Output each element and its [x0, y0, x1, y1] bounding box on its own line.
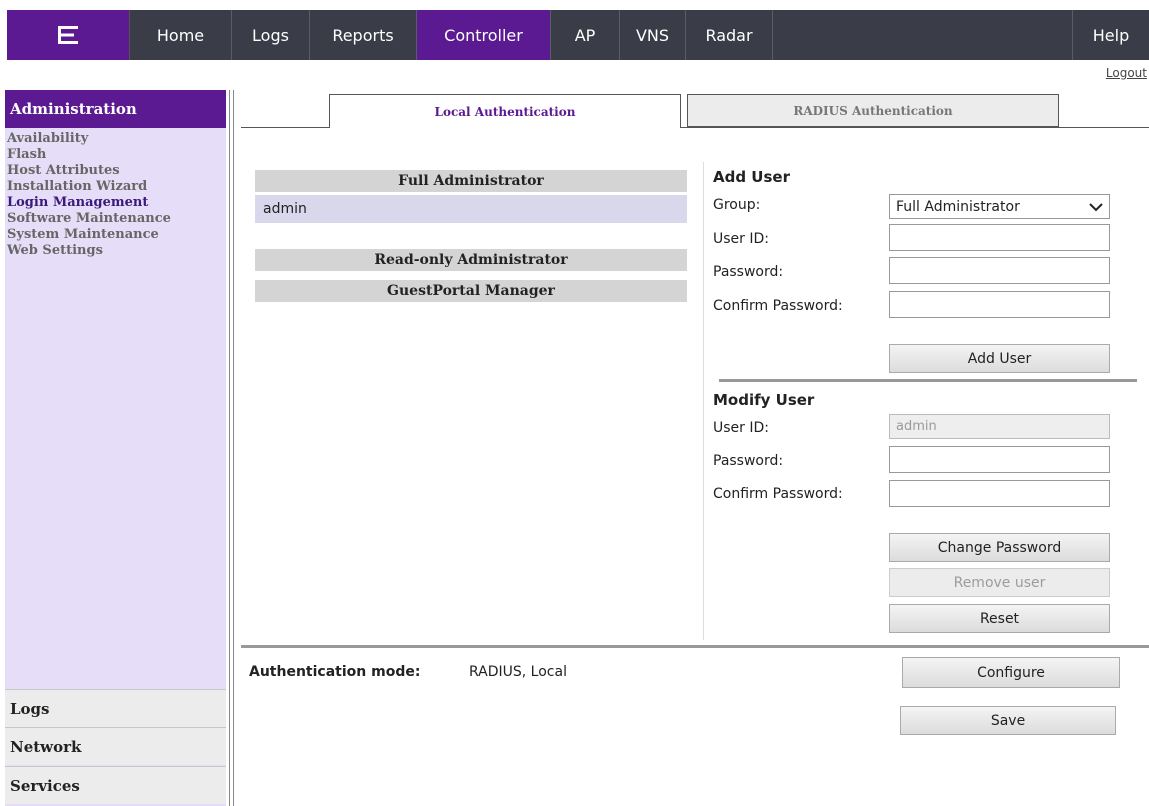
remove-user-button: Remove user: [889, 568, 1110, 597]
group-header-full-administrator[interactable]: Full Administrator: [255, 170, 687, 192]
nav-vns[interactable]: VNS: [620, 10, 686, 60]
sidebar: Administration Availability Flash Host A…: [5, 90, 226, 806]
nav-ap[interactable]: AP: [551, 10, 620, 60]
sidebar-header-administration[interactable]: Administration: [5, 90, 226, 128]
nav-radar[interactable]: Radar: [686, 10, 773, 60]
sidebar-item-software-maintenance[interactable]: Software Maintenance: [5, 211, 226, 227]
add-user-id-input[interactable]: [889, 224, 1110, 251]
modify-password-input[interactable]: [889, 446, 1110, 473]
authentication-mode-value: RADIUS, Local: [469, 664, 567, 680]
sidebar-item-host-attributes[interactable]: Host Attributes: [5, 163, 226, 179]
group-select[interactable]: Full Administrator: [889, 194, 1110, 219]
tab-local-authentication[interactable]: Local Authentication: [329, 94, 681, 128]
sidebar-divider[interactable]: [229, 90, 234, 806]
sidebar-section-network[interactable]: Network: [5, 727, 226, 765]
sidebar-item-login-management[interactable]: Login Management: [5, 195, 226, 211]
add-confirm-password-input[interactable]: [889, 291, 1110, 318]
add-user-button[interactable]: Add User: [889, 344, 1110, 373]
authentication-mode-label: Authentication mode:: [249, 664, 421, 680]
group-header-guestportal-manager[interactable]: GuestPortal Manager: [255, 280, 687, 302]
group-header-readonly-administrator[interactable]: Read-only Administrator: [255, 249, 687, 271]
tab-radius-authentication[interactable]: RADIUS Authentication: [687, 94, 1059, 127]
add-password-input[interactable]: [889, 257, 1110, 284]
nav-controller[interactable]: Controller: [417, 10, 551, 60]
bottom-separator: [241, 645, 1149, 648]
add-confirm-password-label: Confirm Password:: [713, 298, 843, 314]
top-nav-bar: Home Logs Reports Controller AP VNS Rada…: [7, 10, 1149, 60]
nav-help[interactable]: Help: [1073, 10, 1149, 60]
nav-home[interactable]: Home: [130, 10, 232, 60]
nav-logs[interactable]: Logs: [232, 10, 310, 60]
sidebar-item-availability[interactable]: Availability: [5, 131, 226, 147]
nav-spacer: [773, 10, 1073, 60]
group-label: Group:: [713, 197, 761, 213]
change-password-button[interactable]: Change Password: [889, 533, 1110, 562]
sidebar-section-services[interactable]: Services: [5, 766, 226, 804]
modify-user-id-input: [889, 414, 1110, 439]
add-user-id-label: User ID:: [713, 231, 769, 247]
modify-confirm-password-input[interactable]: [889, 480, 1110, 507]
sidebar-item-installation-wizard[interactable]: Installation Wizard: [5, 179, 226, 195]
home-logo[interactable]: [7, 10, 130, 60]
save-button[interactable]: Save: [900, 706, 1116, 735]
sidebar-section-logs[interactable]: Logs: [5, 689, 226, 727]
group-select-value: Full Administrator: [896, 198, 1020, 215]
modify-user-id-label: User ID:: [713, 420, 769, 436]
list-item-admin[interactable]: admin: [255, 195, 687, 223]
sidebar-item-web-settings[interactable]: Web Settings: [5, 243, 226, 259]
configure-button[interactable]: Configure: [902, 657, 1120, 688]
form-separator: [719, 379, 1137, 382]
modify-password-label: Password:: [713, 453, 784, 469]
add-user-title: Add User: [713, 168, 790, 186]
modify-confirm-password-label: Confirm Password:: [713, 486, 843, 502]
extreme-logo-icon: [58, 26, 78, 44]
modify-user-title: Modify User: [713, 391, 815, 409]
sidebar-item-system-maintenance[interactable]: System Maintenance: [5, 227, 226, 243]
panel-divider: [703, 162, 704, 640]
reset-button[interactable]: Reset: [889, 604, 1110, 633]
add-password-label: Password:: [713, 264, 784, 280]
chevron-down-icon: [1089, 202, 1103, 211]
sidebar-item-flash[interactable]: Flash: [5, 147, 226, 163]
logout-link[interactable]: Logout: [1106, 66, 1147, 80]
nav-reports[interactable]: Reports: [310, 10, 417, 60]
